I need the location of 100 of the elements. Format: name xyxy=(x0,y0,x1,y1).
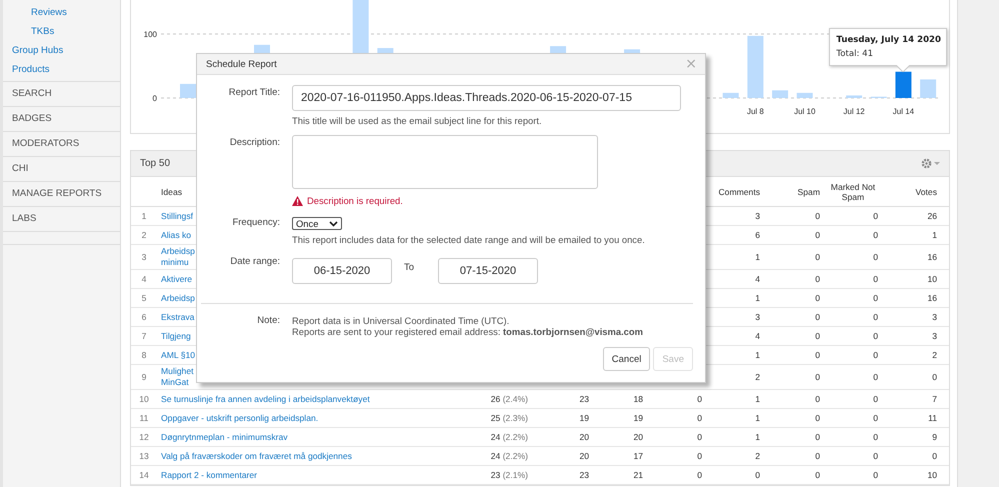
table-cell: 16 xyxy=(927,293,937,303)
description-field[interactable] xyxy=(292,135,598,189)
field-label: Report Title: xyxy=(228,86,280,100)
table-cell: 19 xyxy=(579,413,589,423)
sidebar-section[interactable]: MODERATORS xyxy=(3,132,120,157)
sidebar-section[interactable]: CHI xyxy=(3,157,120,182)
idea-link[interactable]: Stillingsf xyxy=(161,210,193,222)
table-cell: 0 xyxy=(873,372,878,382)
table-cell: 23 xyxy=(579,470,589,480)
table-cell: 0 xyxy=(755,470,760,480)
table-cell: 3 xyxy=(932,312,937,322)
error-message: Description is required. xyxy=(307,195,403,206)
frequency-select[interactable]: Once xyxy=(292,217,342,230)
table-cell: 0 xyxy=(815,293,820,303)
idea-link[interactable]: Ekstrava xyxy=(161,310,194,324)
table-cell: 0 xyxy=(932,451,937,461)
hint-text: This report includes data for the selected date range and will be emailed to you once. xyxy=(292,234,645,245)
table-cell: 9 xyxy=(932,432,937,442)
idea-link[interactable]: Oppgaver - utskrift personlig arbeidsplan. xyxy=(161,412,318,424)
settings-icon[interactable] xyxy=(921,158,941,169)
table-cell: 20 xyxy=(579,432,589,442)
idea-link[interactable]: AML §10 xyxy=(161,348,196,362)
row-number: 14 xyxy=(139,470,149,480)
sidebar-link[interactable]: Products xyxy=(3,64,50,76)
sidebar-section[interactable]: BADGES xyxy=(3,107,120,132)
report-title-field[interactable]: 2020-07-16-011950.Apps.Ideas.Threads.2020-06-15-2020-07-15 xyxy=(292,85,681,111)
table-cell: 1 xyxy=(755,394,760,404)
start-date-field[interactable]: 06-15-2020 xyxy=(292,258,392,284)
idea-link[interactable]: Valg på fraværskoder om fraværet må godkjennes xyxy=(161,450,352,462)
hint-text: This title will be used as the email subject line for this report. xyxy=(292,115,542,126)
table-cell: 1 xyxy=(755,350,760,360)
table-cell: 0 xyxy=(815,350,820,360)
dialog-button[interactable]: Cancel xyxy=(602,347,650,371)
sidebar-section[interactable]: LABS xyxy=(3,207,120,232)
row-number: 7 xyxy=(142,331,146,341)
idea-link[interactable]: Arbeidsp minimu xyxy=(161,245,195,269)
table-cell: 3 xyxy=(755,211,760,221)
row-number: 12 xyxy=(139,432,149,442)
table-cell: 4 xyxy=(755,331,760,341)
table-cell: 1 xyxy=(755,413,760,423)
idea-link[interactable]: Døgnrytnmeplan - minimumskrav xyxy=(161,430,288,444)
sidebar-link[interactable]: Reviews xyxy=(3,7,67,19)
axis-tick-label: 100 xyxy=(144,30,157,39)
row-number: 6 xyxy=(142,312,146,322)
row-number: 11 xyxy=(140,413,148,423)
axis-tick-label: Jul 14 xyxy=(892,107,914,116)
table-cell: 0 xyxy=(697,413,702,423)
chevron-down-icon xyxy=(329,220,338,226)
warning-icon xyxy=(292,196,303,206)
table-cell: 11 xyxy=(928,413,937,423)
idea-link[interactable]: Mulighet MinGat xyxy=(161,365,194,389)
table-cell: 3 xyxy=(755,312,760,322)
idea-link[interactable]: Tilgjeng xyxy=(161,330,191,342)
idea-link[interactable]: Rapport 2 - kommentarer xyxy=(161,468,257,482)
table-cell: 20 xyxy=(633,432,643,442)
column-header: Spam xyxy=(798,186,820,196)
table-cell: 0 xyxy=(873,451,878,461)
table-cell: 0 xyxy=(873,432,878,442)
axis-tick-label: Jul 10 xyxy=(794,107,816,116)
table-cell: 0 xyxy=(815,252,820,262)
panel-title: Top 50 xyxy=(140,158,170,169)
bar[interactable] xyxy=(895,72,912,98)
row-number: 4 xyxy=(142,274,146,284)
idea-link[interactable]: Se turnuslinje fra annen avdeling i arbeidsplanvektøyet xyxy=(161,392,370,406)
idea-link[interactable]: Arbeidsp xyxy=(161,292,195,304)
table-cell: 1 xyxy=(755,252,760,262)
table-cell: 20 xyxy=(579,451,589,461)
table-cell: 0 xyxy=(815,230,820,240)
column-header: Marked Not Spam xyxy=(830,182,876,202)
table-cell: 3 xyxy=(932,331,937,341)
table-cell: 0 xyxy=(815,274,820,284)
note-text: Reports are sent to your registered email address: tomas.torbjornsen@visma.com xyxy=(292,326,643,337)
table-cell: 0 xyxy=(873,331,878,341)
row-number: 1 xyxy=(142,211,146,221)
table-cell: 17 xyxy=(633,451,643,461)
sidebar-link[interactable]: Group Hubs xyxy=(3,45,64,57)
tooltip-title: Tuesday, July 14 2020 xyxy=(836,34,940,46)
field-label: Date range: xyxy=(229,255,280,269)
table-cell: 6 xyxy=(755,230,760,240)
field-label: Frequency: xyxy=(231,216,280,230)
sidebar-link[interactable]: TKBs xyxy=(3,26,54,38)
table-cell: 0 xyxy=(873,413,878,423)
table-cell: 0 xyxy=(697,470,702,480)
note-text: Report data is in Universal Coordinated Time (UTC). xyxy=(292,315,510,326)
table-cell: 18 xyxy=(633,394,643,404)
table-cell: 0 xyxy=(815,470,820,480)
row-number: 3 xyxy=(142,252,146,262)
table-cell: 0 xyxy=(873,230,878,240)
field-label: To xyxy=(404,261,416,273)
table-cell: 0 xyxy=(697,432,702,442)
sidebar-section[interactable]: SEARCH xyxy=(3,82,120,107)
table-cell: 4 xyxy=(755,274,760,284)
idea-link[interactable]: Aktivere xyxy=(161,272,192,286)
end-date-field[interactable]: 07-15-2020 xyxy=(438,258,538,284)
axis-tick-label: Jul 8 xyxy=(746,107,764,116)
table-cell: 1 xyxy=(755,432,760,442)
table-cell: 0 xyxy=(697,394,702,404)
idea-link[interactable]: Alias ko xyxy=(161,228,192,242)
sidebar-section[interactable]: MANAGE REPORTS xyxy=(3,182,120,207)
table-cell: 0 xyxy=(873,470,878,480)
